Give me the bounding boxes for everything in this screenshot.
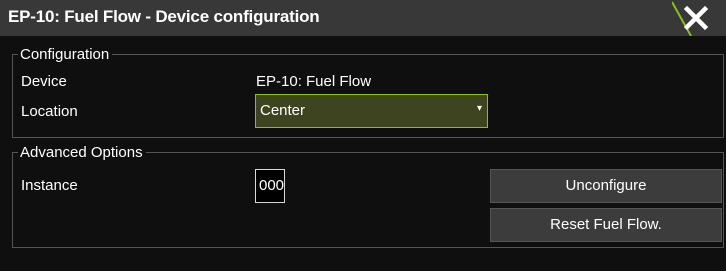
instance-value: 000 — [259, 177, 285, 194]
dropdown-arrow-icon: ▾ — [476, 103, 482, 114]
instance-label: Instance — [21, 177, 78, 194]
device-label: Device — [21, 73, 67, 90]
title-bar: EP-10: Fuel Flow - Device configuration — [0, 0, 726, 36]
unconfigure-button[interactable]: Unconfigure — [490, 169, 722, 203]
device-value: EP-10: Fuel Flow — [256, 73, 372, 90]
location-label: Location — [21, 103, 78, 120]
close-x-icon — [672, 1, 709, 36]
advanced-options-group-label: Advanced Options — [18, 144, 146, 162]
location-dropdown[interactable]: Center ▾ — [255, 94, 488, 128]
window-title: EP-10: Fuel Flow - Device configuration — [8, 7, 320, 26]
close-button[interactable] — [672, 0, 726, 36]
location-selected-value: Center — [260, 102, 306, 119]
instance-input[interactable]: 000 — [255, 169, 285, 203]
reset-fuel-flow-button[interactable]: Reset Fuel Flow. — [490, 208, 722, 242]
configuration-group-label: Configuration — [18, 46, 113, 64]
